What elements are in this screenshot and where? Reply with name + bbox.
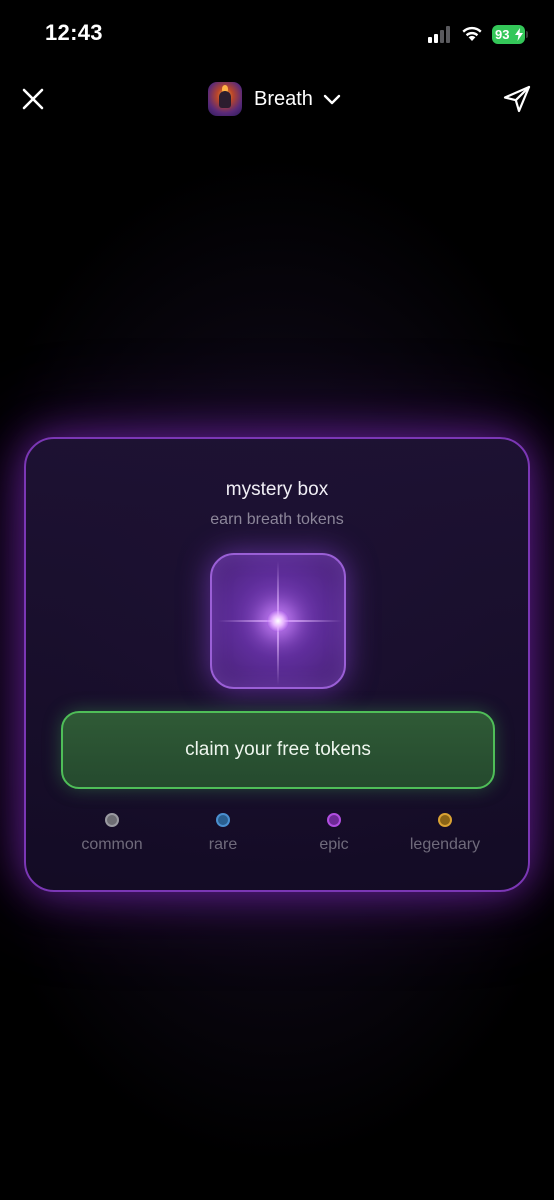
- cellular-signal-icon: [428, 26, 450, 43]
- app-switcher[interactable]: Breath: [208, 80, 341, 118]
- chevron-down-icon: [323, 94, 341, 105]
- tier-label: epic: [319, 836, 349, 853]
- tier-common: common: [57, 813, 167, 854]
- card-title: mystery box: [225, 479, 329, 500]
- tier-legendary: legendary: [390, 813, 500, 854]
- wifi-icon: [462, 26, 482, 41]
- battery-charging-icon: 93: [492, 25, 525, 44]
- share-button[interactable]: [502, 84, 532, 114]
- tier-label: legendary: [409, 836, 481, 853]
- mystery-box-card: mystery box earn breath tokens claim you…: [24, 437, 530, 892]
- claim-tokens-button[interactable]: claim your free tokens: [61, 711, 495, 789]
- battery-nub: [526, 31, 528, 38]
- tier-label: common: [81, 836, 143, 853]
- card-subtitle: earn breath tokens: [210, 511, 344, 528]
- status-time: 12:43: [45, 20, 103, 45]
- close-button[interactable]: [18, 84, 48, 114]
- breath-app-icon: [208, 82, 242, 116]
- top-navigation-bar: Breath: [0, 72, 554, 126]
- bolt-icon: [515, 28, 523, 41]
- tier-dot-epic: [327, 813, 341, 827]
- claim-tokens-label: claim your free tokens: [185, 739, 371, 760]
- mystery-box[interactable]: [210, 553, 346, 689]
- tier-dot-rare: [216, 813, 230, 827]
- send-icon: [503, 85, 531, 113]
- tier-epic: epic: [279, 813, 389, 854]
- tier-dot-legendary: [438, 813, 452, 827]
- rarity-legend: common rare epic legendary: [26, 813, 528, 863]
- tier-dot-common: [105, 813, 119, 827]
- mystery-box-sparkle-icon: [267, 610, 289, 632]
- battery-percent: 93: [495, 27, 510, 42]
- close-icon: [22, 88, 44, 110]
- tier-label: rare: [208, 836, 238, 853]
- tier-rare: rare: [168, 813, 278, 854]
- status-bar: 12:43 93: [0, 0, 554, 70]
- app-icon-figure: [219, 91, 231, 108]
- app-title: Breath: [254, 87, 313, 110]
